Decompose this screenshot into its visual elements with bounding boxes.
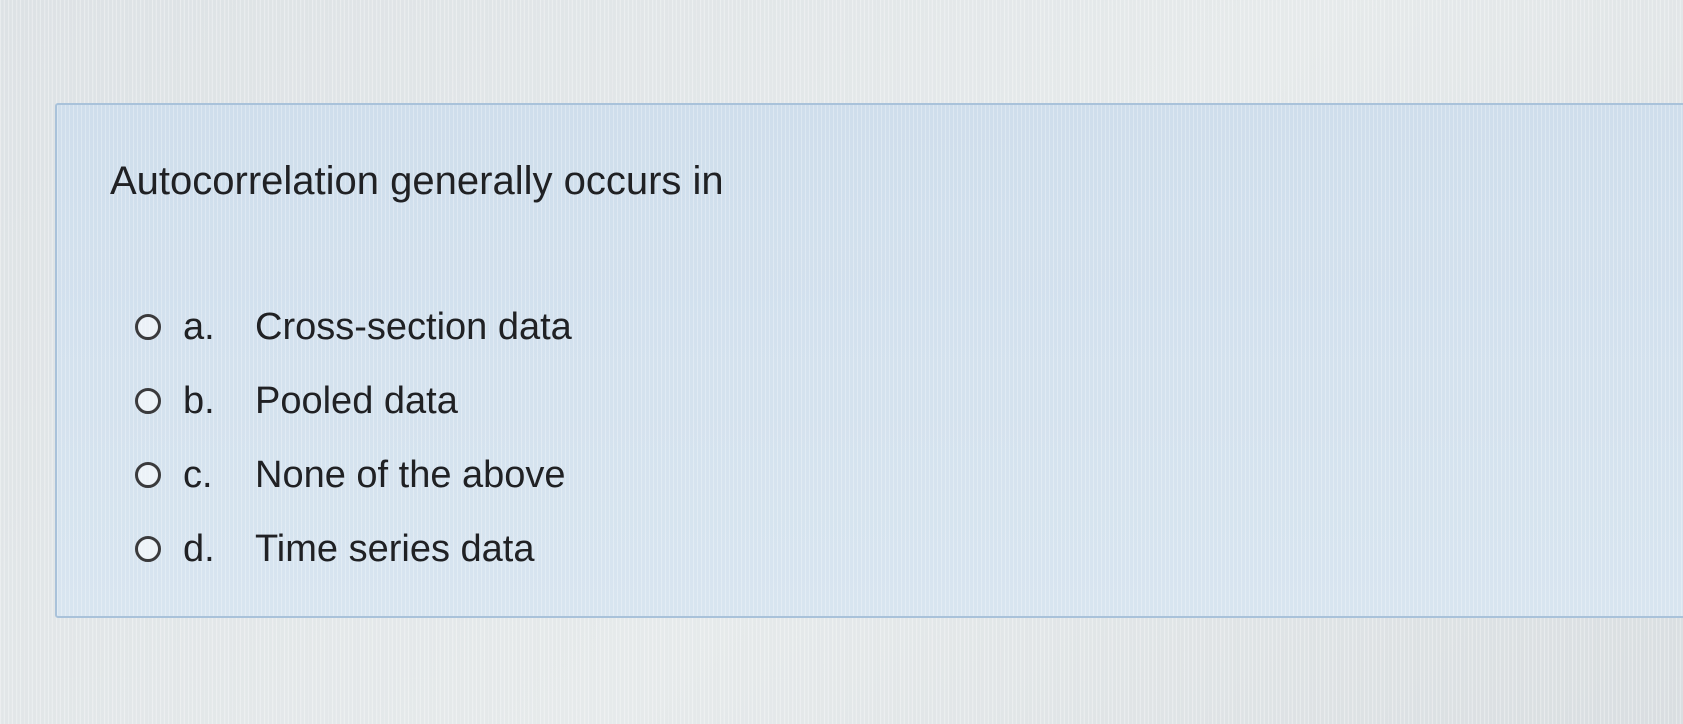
option-a-label[interactable]: Cross-section data [255, 304, 572, 350]
option-c[interactable]: c. None of the above [135, 438, 572, 512]
radio-button-b[interactable] [135, 388, 161, 414]
option-c-label[interactable]: None of the above [255, 452, 566, 498]
option-d[interactable]: d. Time series data [135, 512, 572, 586]
option-a[interactable]: a. Cross-section data [135, 290, 572, 364]
option-d-label[interactable]: Time series data [255, 526, 534, 572]
option-b[interactable]: b. Pooled data [135, 364, 572, 438]
radio-button-a[interactable] [135, 314, 161, 340]
question-card: Autocorrelation generally occurs in a. C… [55, 103, 1683, 618]
option-c-letter: c. [183, 454, 213, 496]
option-d-letter: d. [183, 528, 215, 570]
radio-button-d[interactable] [135, 536, 161, 562]
answer-options: a. Cross-section data b. Pooled data c. … [135, 290, 572, 586]
option-b-letter: b. [183, 380, 215, 422]
option-a-letter: a. [183, 306, 215, 348]
question-text: Autocorrelation generally occurs in [110, 159, 724, 203]
option-b-label[interactable]: Pooled data [255, 378, 458, 424]
radio-button-c[interactable] [135, 462, 161, 488]
